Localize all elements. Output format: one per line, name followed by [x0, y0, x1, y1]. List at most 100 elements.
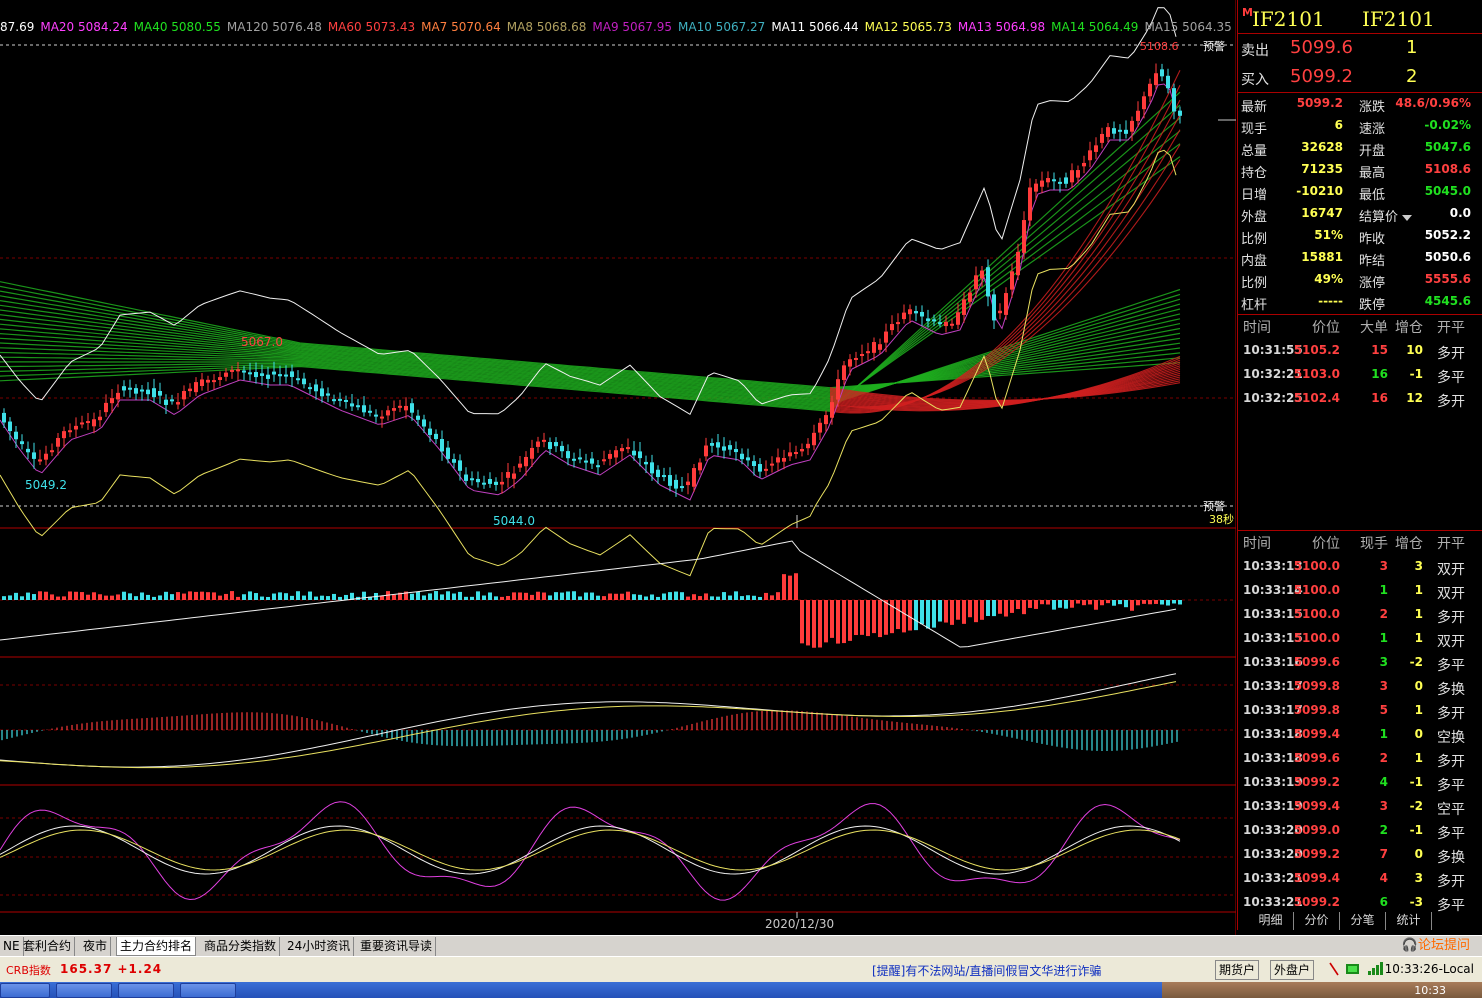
bottom-tab[interactable]: 夜市: [80, 937, 112, 956]
ma-legend-item: MA14 5064.49: [1051, 20, 1139, 34]
stat-label: 持仓: [1241, 166, 1268, 181]
row-volume: 4: [1379, 775, 1388, 789]
ma-legend-item: MA20 5084.24: [40, 20, 128, 34]
table-row[interactable]: 10:33:20 5099.2 7 0 多换: [1238, 843, 1482, 867]
ma-legend-item: MA15 5064.35: [1144, 20, 1232, 34]
detail-tab[interactable]: 分价: [1294, 912, 1340, 930]
bottom-tab[interactable]: 重要资讯导读: [357, 937, 437, 956]
row-change: 0: [1414, 679, 1423, 693]
table-row[interactable]: 10:33:18 5099.6 2 1 多开: [1238, 747, 1482, 771]
bid-price: 5099.2: [1290, 66, 1353, 87]
column-header: 增仓: [1395, 320, 1423, 336]
row-change: -1: [1409, 367, 1423, 381]
table-row[interactable]: 10:33:16 5099.6 3 -2 多平: [1238, 651, 1482, 675]
row-volume: 2: [1379, 823, 1388, 837]
table-row[interactable]: 10:33:15 5100.0 2 1 多开: [1238, 603, 1482, 627]
stat-row: 比例 51% 昨收 5052.2: [1238, 225, 1482, 247]
bottom-tab[interactable]: 主力合约排名: [116, 937, 197, 956]
stat-value: 32628: [1301, 140, 1343, 154]
taskbar-app-3[interactable]: [118, 983, 174, 998]
row-price: 5099.8: [1293, 703, 1340, 717]
alert-top-label: 预警: [1203, 39, 1225, 53]
bottom-tab[interactable]: 套利合约: [20, 937, 76, 956]
stat-value: 15881: [1301, 250, 1343, 264]
row-change: -1: [1409, 823, 1423, 837]
stat-row: 日增 -10210 最低 5045.0: [1238, 181, 1482, 203]
crb-index-label[interactable]: CRB指数: [6, 962, 51, 978]
quote-panel: M IF2101 IF2101 卖出 5099.6 1 买入 5099.2 2 …: [1237, 0, 1482, 930]
stat-label: 速涨: [1359, 118, 1385, 137]
ma-legend-item: MA60 5073.43: [327, 20, 416, 34]
bid-row[interactable]: 买入 5099.2 2: [1238, 63, 1482, 92]
table-row[interactable]: 10:33:21 5099.4 4 3 多开: [1238, 867, 1482, 891]
table-row[interactable]: 10:32:25 5102.4 16 12 多开: [1238, 387, 1482, 411]
stat-value: 0.0: [1449, 206, 1471, 220]
table-row[interactable]: 10:33:19 5099.2 4 -1 多平: [1238, 771, 1482, 795]
stat-row: 持仓 71235 最高 5108.6: [1238, 159, 1482, 181]
row-volume: 4: [1379, 871, 1388, 885]
stat-label[interactable]: 结算价: [1359, 206, 1413, 225]
row-type: 多开: [1437, 706, 1465, 722]
taskbar-app-2[interactable]: [56, 983, 112, 998]
stat-label: 开盘: [1359, 140, 1385, 159]
column-header: 现手: [1360, 536, 1388, 552]
external-account-button[interactable]: 外盘户: [1270, 960, 1315, 980]
table-row[interactable]: 10:33:15 5100.0 1 1 双开: [1238, 627, 1482, 651]
symbol-right[interactable]: IF2101: [1362, 7, 1435, 31]
row-volume: 6: [1379, 895, 1388, 909]
ma-legend-item: 87.69: [0, 20, 35, 34]
row-volume: 3: [1379, 655, 1388, 669]
row-volume: 16: [1371, 391, 1388, 405]
row-change: 3: [1414, 559, 1423, 573]
ma-legend-item: MA9 5067.95: [592, 20, 673, 34]
stat-label-text: 昨收: [1359, 232, 1386, 247]
table-row[interactable]: 10:33:17 5099.8 3 0 多换: [1238, 675, 1482, 699]
fraud-notice[interactable]: [提醒]有不法网站/直播间假冒文华进行诈骗: [872, 962, 1101, 979]
taskbar-app-1[interactable]: [0, 983, 50, 998]
table-row[interactable]: 10:33:19 5099.4 3 -2 空平: [1238, 795, 1482, 819]
stat-row: 最新 5099.2 涨跌 48.6/0.96%: [1238, 93, 1482, 115]
kline-chart[interactable]: 5108.6 预警 预警 38秒 5049.2 5044.0 5067.0 20…: [0, 0, 1236, 935]
stat-value: 48.6/0.96%: [1395, 96, 1471, 110]
stat-row: 总量 32628 开盘 5047.6: [1238, 137, 1482, 159]
ask-label: 卖出: [1241, 43, 1269, 59]
row-change: 1: [1414, 607, 1423, 621]
stat-label: 杠杆: [1241, 298, 1268, 313]
detail-tab[interactable]: 统计: [1386, 912, 1432, 930]
quote-header: M IF2101 IF2101: [1238, 0, 1482, 34]
column-header: 开平: [1437, 536, 1465, 552]
table-row[interactable]: 10:32:21 5103.0 16 -1 多平: [1238, 363, 1482, 387]
tick-detail-table: 时间 价位 现手 增仓 开平 10:33:13 5100.0 3 3 双开 10:33:14 5100…: [1238, 531, 1482, 915]
row-price: 5099.2: [1293, 775, 1340, 789]
column-header: 开平: [1437, 320, 1465, 336]
detail-tab[interactable]: 明细: [1248, 912, 1294, 930]
volume-panel: [0, 540, 1182, 648]
table-row[interactable]: 10:33:17 5099.8 5 1 多开: [1238, 699, 1482, 723]
taskbar-clock: 10:33: [1414, 984, 1446, 997]
detail-tab[interactable]: 分笔: [1340, 912, 1386, 930]
quote-stats: 最新 5099.2 涨跌 48.6/0.96% 现手 6 速涨 -0.02% 总量 32628 开盘…: [1238, 93, 1482, 315]
table-row[interactable]: 10:33:14 5100.0 1 1 双开: [1238, 579, 1482, 603]
bottom-tab[interactable]: 商品分类指数: [201, 937, 281, 956]
taskbar-app-4[interactable]: [180, 983, 236, 998]
symbol-left[interactable]: IF2101: [1252, 7, 1325, 31]
row-volume: 3: [1379, 799, 1388, 813]
ma-legend-item: MA13 5064.98: [957, 20, 1046, 34]
row-volume: 7: [1379, 847, 1388, 861]
stat-label: 最新: [1241, 100, 1268, 115]
crb-index-value: 165.37 +1.24: [60, 962, 163, 976]
table-row[interactable]: 10:33:18 5099.4 1 0 空换: [1238, 723, 1482, 747]
ask-row[interactable]: 卖出 5099.6 1: [1238, 34, 1482, 63]
row-type: 空换: [1437, 730, 1465, 746]
table-row[interactable]: 10:33:13 5100.0 3 3 双开: [1238, 555, 1482, 579]
row-price: 5102.4: [1293, 391, 1340, 405]
row-change: 1: [1414, 751, 1423, 765]
stat-value: 4545.6: [1424, 294, 1471, 308]
futures-account-button[interactable]: 期货户: [1215, 960, 1260, 980]
dropdown-arrow-icon: [1402, 214, 1413, 221]
row-volume: 2: [1379, 751, 1388, 765]
forum-link[interactable]: 🎧论坛提问: [1402, 937, 1470, 955]
table-row[interactable]: 10:33:20 5099.0 2 -1 多平: [1238, 819, 1482, 843]
bottom-tab[interactable]: 24小时资讯: [284, 937, 355, 956]
table-row[interactable]: 10:31:55 5105.2 15 10 多开: [1238, 339, 1482, 363]
